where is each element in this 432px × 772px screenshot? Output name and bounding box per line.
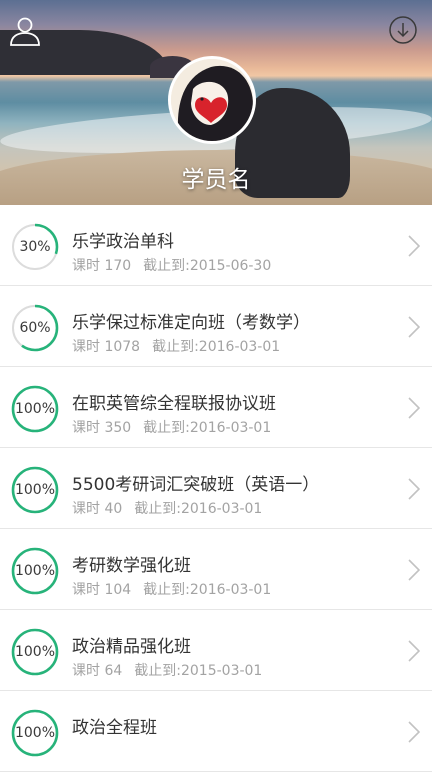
progress-label: 30% — [19, 239, 51, 255]
course-deadline: 截止到:2015-03-01 — [134, 663, 263, 679]
chevron-right-icon — [408, 640, 420, 662]
course-title: 政治精品强化班 — [72, 637, 191, 657]
course-meta: 课时 350 截止到:2016-03-01 — [72, 417, 271, 437]
course-hours: 课时 170 — [72, 258, 132, 274]
course-item[interactable]: 60% 乐学保过标准定向班（考数学） 课时 1078 截止到:2016-03-01 — [0, 286, 432, 367]
chevron-right-icon — [408, 235, 420, 257]
course-item[interactable]: 100% 在职英管综全程联报协议班 课时 350 截止到:2016-03-01 — [0, 367, 432, 448]
course-title: 乐学政治单科 — [72, 232, 174, 252]
course-item[interactable]: 100% 政治精品强化班 课时 64 截止到:2015-03-01 — [0, 610, 432, 691]
avatar-illustration — [171, 59, 253, 141]
chevron-right-icon — [408, 559, 420, 581]
download-icon[interactable] — [388, 15, 418, 45]
course-hours: 课时 1078 — [72, 339, 141, 355]
progress-label: 100% — [14, 725, 56, 741]
course-meta: 课时 1078 截止到:2016-03-01 — [72, 336, 280, 356]
profile-header: 学员名 — [0, 0, 432, 205]
course-meta: 课时 170 截止到:2015-06-30 — [72, 255, 271, 275]
progress-label: 100% — [14, 644, 56, 660]
progress-label: 100% — [14, 482, 56, 498]
course-deadline: 截止到:2016-03-01 — [152, 339, 281, 355]
course-meta: 课时 104 截止到:2016-03-01 — [72, 579, 271, 599]
course-meta: 课时 64 截止到:2015-03-01 — [72, 660, 262, 680]
chevron-right-icon — [408, 316, 420, 338]
course-title: 考研数学强化班 — [72, 556, 191, 576]
course-meta: 课时 40 截止到:2016-03-01 — [72, 498, 262, 518]
course-title: 政治全程班 — [72, 718, 157, 738]
course-list: 30% 乐学政治单科 课时 170 截止到:2015-06-30 60% 乐学保过… — [0, 205, 432, 772]
chevron-right-icon — [408, 397, 420, 419]
progress-label: 100% — [14, 563, 56, 579]
progress-label: 60% — [19, 320, 51, 336]
course-title: 在职英管综全程联报协议班 — [72, 394, 276, 414]
chevron-right-icon — [408, 478, 420, 500]
course-meta — [72, 741, 84, 757]
course-item[interactable]: 100% 5500考研词汇突破班（英语一） 课时 40 截止到:2016-03-0… — [0, 448, 432, 529]
course-deadline: 截止到:2016-03-01 — [134, 501, 263, 517]
avatar[interactable] — [168, 56, 256, 144]
course-item[interactable]: 100% 政治全程班 — [0, 691, 432, 772]
chevron-right-icon — [408, 721, 420, 743]
user-icon[interactable] — [8, 14, 42, 48]
course-item[interactable]: 30% 乐学政治单科 课时 170 截止到:2015-06-30 — [0, 205, 432, 286]
course-item[interactable]: 100% 考研数学强化班 课时 104 截止到:2016-03-01 — [0, 529, 432, 610]
course-deadline: 截止到:2016-03-01 — [143, 582, 272, 598]
course-title: 5500考研词汇突破班（英语一） — [72, 475, 320, 495]
course-title: 乐学保过标准定向班（考数学） — [72, 313, 310, 333]
course-hours: 课时 350 — [72, 420, 132, 436]
course-deadline: 截止到:2016-03-01 — [143, 420, 272, 436]
username: 学员名 — [181, 167, 251, 193]
course-hours: 课时 40 — [72, 501, 123, 517]
progress-label: 100% — [14, 401, 56, 417]
course-deadline: 截止到:2015-06-30 — [143, 258, 272, 274]
course-hours: 课时 64 — [72, 663, 123, 679]
course-hours: 课时 104 — [72, 582, 132, 598]
